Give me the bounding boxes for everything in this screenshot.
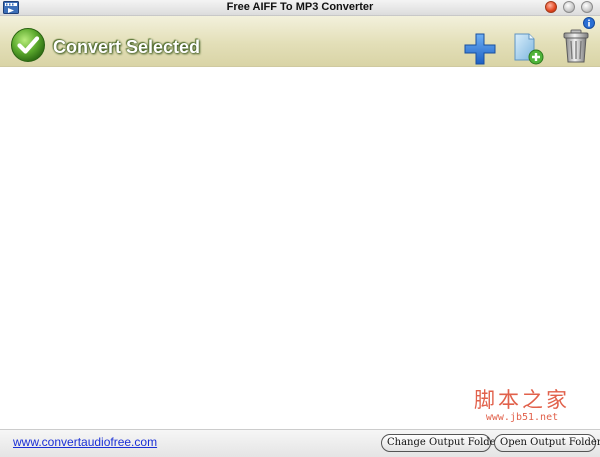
- file-list[interactable]: [0, 67, 600, 429]
- toolbar: Convert Selected: [0, 16, 600, 67]
- maximize-button[interactable]: [581, 1, 593, 13]
- add-folder-icon[interactable]: [512, 30, 546, 66]
- watermark: 脚本之家 www.jb51.net: [462, 388, 582, 424]
- title-bar: Free AIFF To MP3 Converter: [0, 0, 600, 16]
- watermark-url: www.jb51.net: [485, 412, 559, 423]
- change-output-folder-button[interactable]: Change Output Folder: [381, 434, 500, 452]
- check-icon: [11, 28, 45, 62]
- convert-selected-button[interactable]: Convert Selected: [10, 28, 201, 64]
- plus-icon[interactable]: [463, 32, 497, 66]
- window-title: Free AIFF To MP3 Converter: [226, 1, 374, 13]
- trash-icon[interactable]: [561, 28, 591, 64]
- app-window: Free AIFF To MP3 Converter Convert Selec…: [0, 0, 600, 457]
- watermark-text: 脚本之家: [474, 388, 570, 412]
- close-button[interactable]: [545, 1, 557, 13]
- open-output-folder-button[interactable]: Open Output Folder: [494, 434, 600, 452]
- website-link[interactable]: www.convertaudiofree.com: [13, 435, 157, 449]
- convert-selected-label: Convert Selected: [53, 36, 201, 57]
- info-icon[interactable]: [583, 17, 595, 29]
- minimize-button[interactable]: [563, 1, 575, 13]
- status-bar: www.convertaudiofree.com Change Output F…: [0, 429, 600, 457]
